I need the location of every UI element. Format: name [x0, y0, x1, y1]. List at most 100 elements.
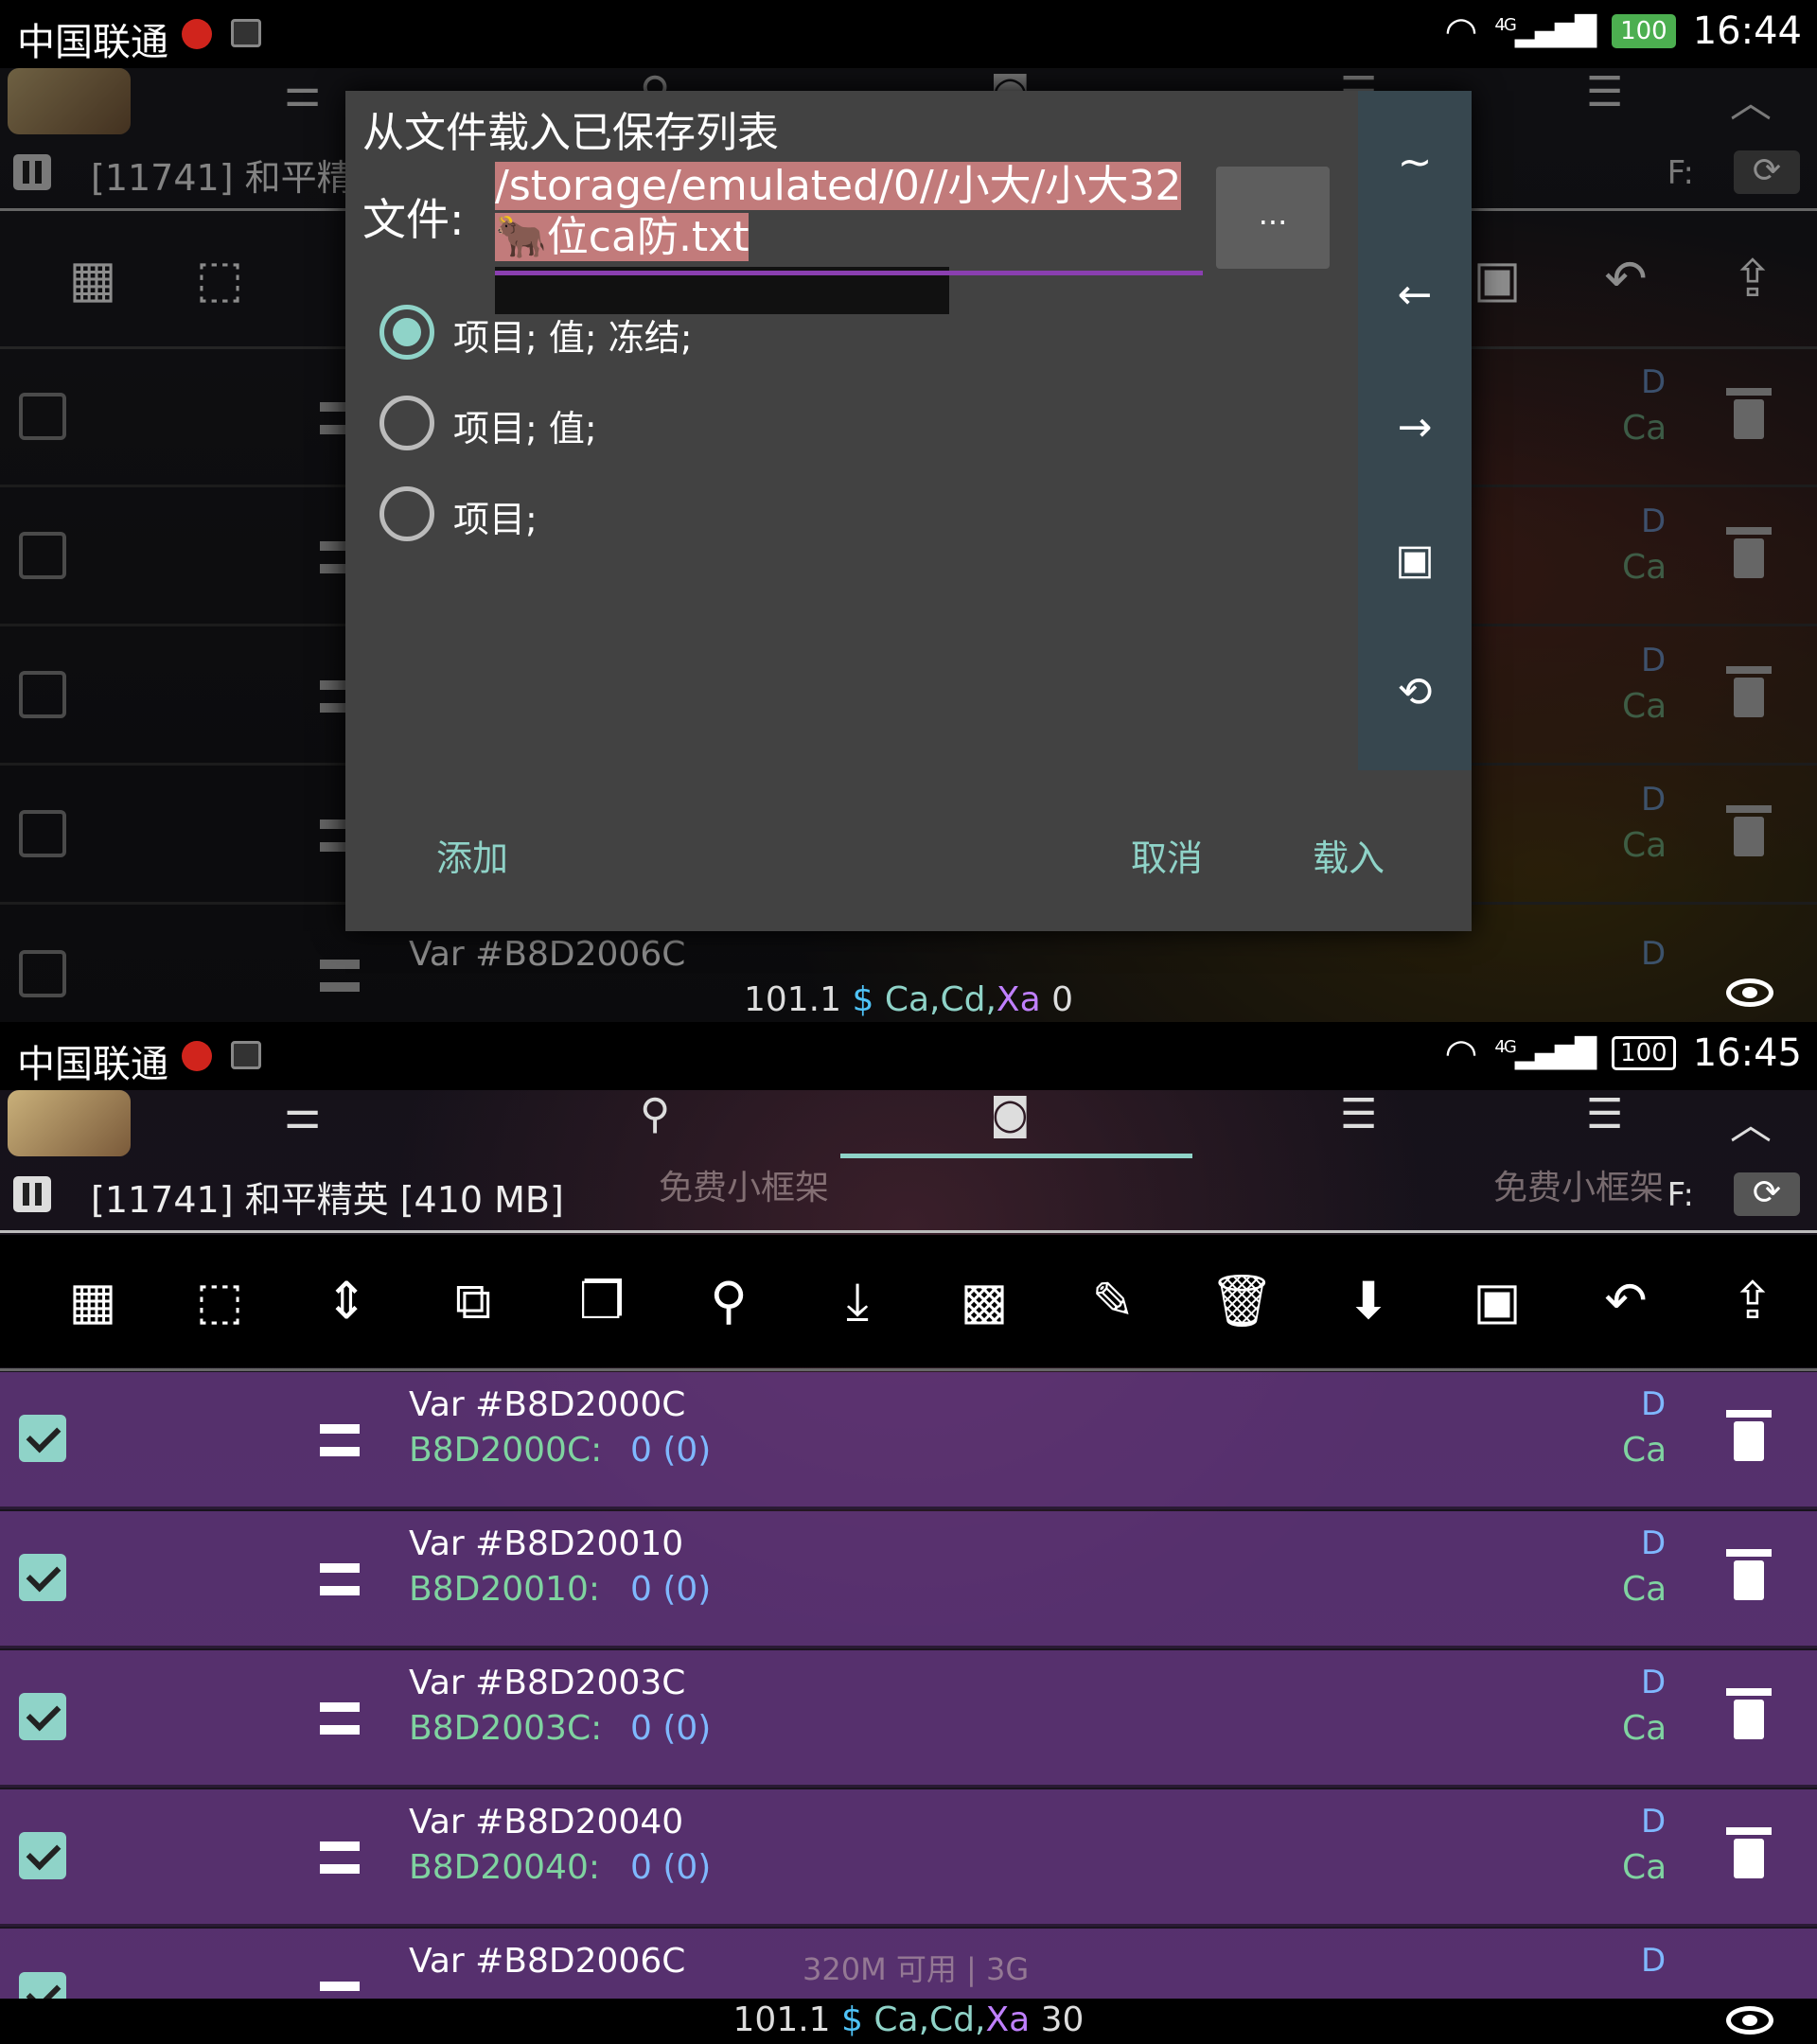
status-bar: 中国联通 ◠ 4G▂▄▆█ 100 16:45 [0, 1022, 1817, 1090]
copy-address-icon[interactable]: ⧉ [443, 1271, 503, 1331]
list-item[interactable]: Var #B8D2000C B8D2000C: 0 (0) D Ca [0, 1372, 1817, 1509]
carrier-label: 中国联通 [17, 1043, 168, 1086]
battery-icon: 100 [1612, 1036, 1676, 1070]
file-path-input[interactable]: /storage/emulated/0//小大/小大32 🐂位ca防.txt [495, 161, 1203, 314]
edit-icon[interactable] [320, 1702, 360, 1735]
list-icon[interactable]: ☰ [1340, 1090, 1377, 1138]
load-button[interactable]: 载入 [1313, 829, 1385, 881]
footer-status: 101.1 $ Ca,Cd,Xa 0 [743, 980, 1074, 1019]
upload-icon[interactable]: ⇪ [1722, 1271, 1783, 1331]
move-icon[interactable]: ⇕ [316, 1271, 377, 1331]
type-d: D [1641, 1803, 1667, 1841]
collapse-icon[interactable]: ︿ [1730, 1090, 1772, 1151]
tilde-button[interactable]: ~ [1358, 138, 1472, 186]
arrow-right-button[interactable]: → [1358, 403, 1472, 451]
action-bar: ▦ ⬚ ⇕ ⧉ ❐ ⚲ ⤓ ▩ ✎ 🗑 ⬇ ▣ ↶ ⇪ [0, 1235, 1817, 1367]
var-address: B8D2000C: [409, 1431, 603, 1470]
download-icon[interactable]: ⬇ [1338, 1271, 1399, 1331]
var-name: Var #B8D2000C [409, 1385, 686, 1424]
signal-icon: 4G▂▄▆█ [1494, 14, 1596, 48]
list-item[interactable]: Var #B8D20040 B8D20040: 0 (0) D Ca [0, 1789, 1817, 1927]
divider [0, 1230, 1817, 1233]
row-checkbox[interactable] [19, 1554, 66, 1601]
battery-icon: 100 [1612, 14, 1676, 48]
deselect-icon[interactable]: ⬚ [189, 1271, 250, 1331]
download-check-icon[interactable]: ⤓ [827, 1271, 888, 1331]
list-item[interactable]: Var #B8D2003C B8D2003C: 0 (0) D Ca [0, 1650, 1817, 1788]
trash-icon[interactable] [1726, 1688, 1772, 1739]
var-address: B8D2003C: [409, 1709, 603, 1748]
calculator-icon[interactable]: ▦ [62, 1271, 123, 1331]
search-check-icon[interactable]: ⚲ [698, 1271, 759, 1331]
type-d: D [1641, 1942, 1667, 1980]
edit-icon[interactable] [320, 1563, 360, 1595]
input-underline [495, 271, 1203, 275]
undo-icon[interactable]: ↶ [1596, 1271, 1656, 1331]
menu-icon[interactable]: ☰ [1586, 1090, 1623, 1138]
var-value: 0 (0) [630, 1570, 712, 1609]
row-checkbox[interactable] [19, 1415, 66, 1462]
radio-option-1[interactable] [379, 305, 434, 360]
copy-icon[interactable]: ❐ [572, 1271, 632, 1331]
image-notification-icon [231, 1041, 261, 1069]
f-label: F: [1667, 1176, 1694, 1214]
memory-note: 320M 可用 | 3G [803, 1951, 1030, 1987]
top-toolbar: ⚌ ⚲ ◙ ☰ ☰ ︿ [0, 1090, 1817, 1156]
select-frame-icon[interactable]: ▣ [1358, 536, 1472, 584]
type-d: D [1641, 1664, 1667, 1701]
radio-option-2[interactable] [379, 396, 434, 450]
edit-icon[interactable] [320, 1841, 360, 1874]
settings-icon[interactable]: ⚌ [284, 1090, 321, 1138]
trash-icon[interactable] [1726, 1549, 1772, 1600]
history-icon[interactable]: ⟲ [1358, 668, 1472, 716]
divider [0, 1368, 1817, 1371]
option-label: 项目; 值; 冻结; [453, 317, 693, 359]
list-item[interactable]: Var #B8D20010 B8D20010: 0 (0) D Ca [0, 1511, 1817, 1648]
ox-emoji-icon: 🐂 [495, 213, 547, 261]
var-value: 0 (0) [630, 1848, 712, 1887]
select-frame-icon[interactable]: ▣ [1467, 1271, 1527, 1331]
active-tab-indicator [840, 1154, 1192, 1158]
list-item[interactable]: Var #B8D2006C 320M 可用 | 3G D [0, 1929, 1817, 2019]
eye-icon[interactable] [1726, 2006, 1773, 2035]
cancel-button[interactable]: 取消 [1131, 829, 1203, 881]
process-label[interactable]: [11741] 和平精英 [410 MB] [91, 1171, 564, 1223]
edit-selected-icon[interactable]: ✎ [1083, 1271, 1143, 1331]
type-d: D [1641, 1385, 1667, 1423]
region-ca: Ca [1622, 1709, 1667, 1748]
select-all-icon[interactable]: ▩ [954, 1271, 1014, 1331]
side-panel: ~ ← → ▣ ⟲ [1358, 91, 1472, 770]
row-checkbox[interactable] [19, 1832, 66, 1879]
footer-status: 101.1 $ Ca,Cd,Xa 30 [732, 2000, 1085, 2039]
var-value: 0 (0) [630, 1431, 712, 1470]
type-d: D [1641, 1524, 1667, 1562]
browse-button[interactable]: ... [1216, 167, 1330, 269]
refresh-button[interactable]: ⟳ [1734, 1172, 1800, 1216]
var-name: Var #B8D20010 [409, 1524, 684, 1563]
status-time: 16:44 [1692, 9, 1802, 53]
edit-icon[interactable] [320, 1424, 360, 1456]
search-icon[interactable]: ⚲ [640, 1090, 670, 1138]
arrow-left-button[interactable]: ← [1358, 271, 1472, 319]
carrier-label: 中国联通 [17, 21, 168, 64]
delete-icon[interactable]: 🗑 [1209, 1271, 1275, 1331]
trash-icon[interactable] [1726, 1410, 1772, 1461]
region-ca: Ca [1622, 1570, 1667, 1609]
pause-button[interactable] [13, 1176, 51, 1212]
camera-icon[interactable]: ◙ [990, 1090, 1031, 1138]
var-value: 0 (0) [630, 1709, 712, 1748]
notification-icon [182, 1041, 212, 1071]
status-time: 16:45 [1692, 1031, 1802, 1075]
top-screenshot: 中国联通 ◠ 4G▂▄▆█ 100 16:44 ⚌ ⚲ ◙ ☰ ☰ ︿ [117… [0, 0, 1817, 1022]
var-name: Var #B8D20040 [409, 1803, 684, 1841]
var-address: B8D20010: [409, 1570, 600, 1609]
wifi-icon: ◠ [1444, 9, 1478, 53]
var-address: B8D20040: [409, 1848, 600, 1887]
radio-option-3[interactable] [379, 486, 434, 541]
row-checkbox[interactable] [19, 1693, 66, 1740]
add-button[interactable]: 添加 [436, 829, 508, 881]
eye-icon[interactable] [1726, 978, 1773, 1007]
dialog-title: 从文件载入已保存列表 [362, 109, 779, 157]
trash-icon[interactable] [1726, 1827, 1772, 1878]
notification-icon [182, 19, 212, 49]
